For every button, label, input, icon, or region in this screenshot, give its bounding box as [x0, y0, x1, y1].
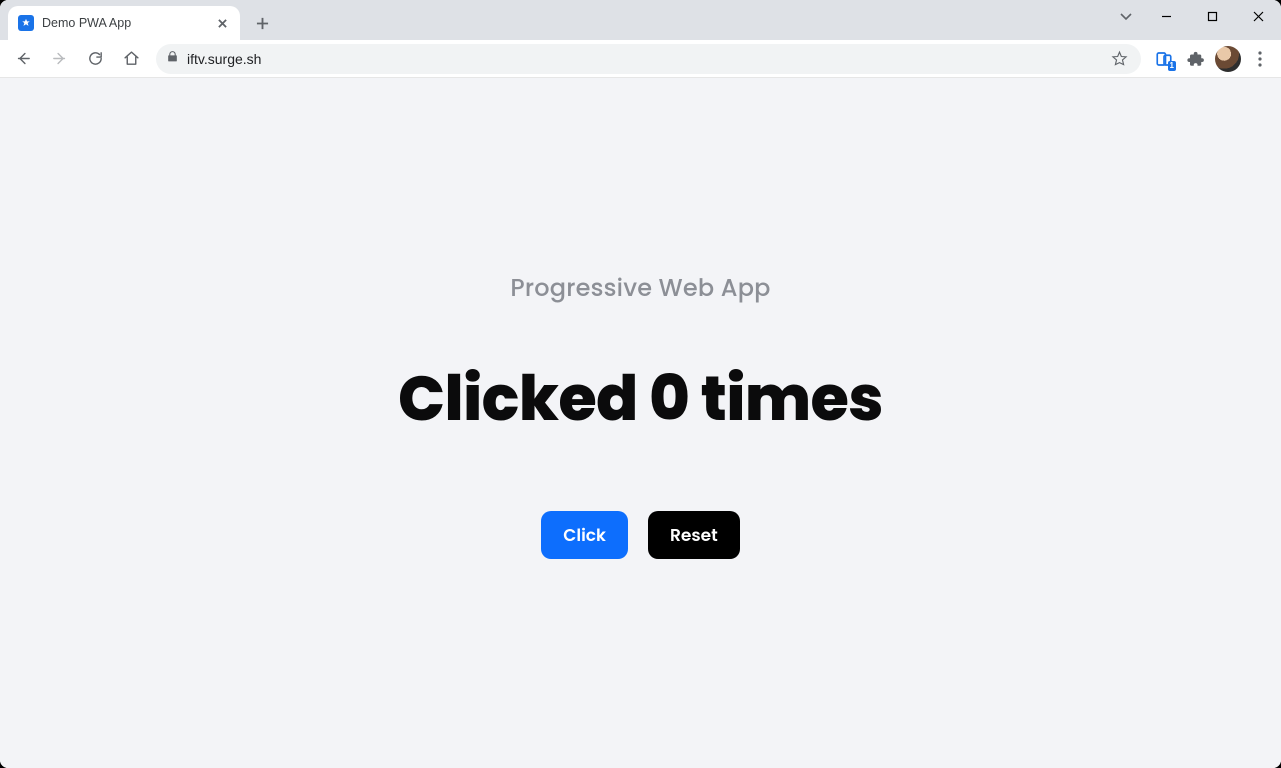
click-button[interactable]: Click — [541, 511, 628, 559]
address-bar[interactable]: iftv.surge.sh — [156, 44, 1141, 74]
page-content: Progressive Web App Clicked 0 times Clic… — [398, 271, 883, 559]
tab-close-button[interactable] — [214, 15, 230, 31]
window-close-button[interactable] — [1235, 0, 1281, 32]
url-text[interactable]: iftv.surge.sh — [187, 51, 1099, 67]
tab-favicon-icon — [18, 15, 34, 31]
titlebar: Demo PWA App — [0, 0, 1281, 40]
browser-tab[interactable]: Demo PWA App — [8, 6, 240, 40]
reset-button[interactable]: Reset — [648, 511, 740, 559]
nav-forward-button[interactable] — [42, 44, 76, 74]
nav-home-button[interactable] — [114, 44, 148, 74]
devtools-extension-button[interactable]: 1 — [1149, 44, 1179, 74]
extensions-button[interactable] — [1181, 44, 1211, 74]
window-minimize-button[interactable] — [1143, 0, 1189, 32]
toolbar: iftv.surge.sh 1 — [0, 40, 1281, 78]
nav-back-button[interactable] — [6, 44, 40, 74]
new-tab-button[interactable] — [248, 9, 276, 37]
chrome-menu-button[interactable] — [1245, 44, 1275, 74]
extension-badge: 1 — [1168, 61, 1176, 71]
browser-window: Demo PWA App — [0, 0, 1281, 768]
profile-avatar-button[interactable] — [1215, 46, 1241, 72]
window-controls — [1109, 0, 1281, 32]
tab-title: Demo PWA App — [42, 16, 206, 30]
button-row: Click Reset — [398, 511, 883, 559]
page-viewport: Progressive Web App Clicked 0 times Clic… — [0, 78, 1281, 768]
page-subtitle: Progressive Web App — [398, 271, 883, 306]
counter-heading: Clicked 0 times — [398, 352, 883, 445]
window-maximize-button[interactable] — [1189, 0, 1235, 32]
tab-search-button[interactable] — [1109, 0, 1143, 32]
lock-icon — [166, 50, 179, 68]
bookmark-star-button[interactable] — [1107, 50, 1131, 67]
nav-reload-button[interactable] — [78, 44, 112, 74]
